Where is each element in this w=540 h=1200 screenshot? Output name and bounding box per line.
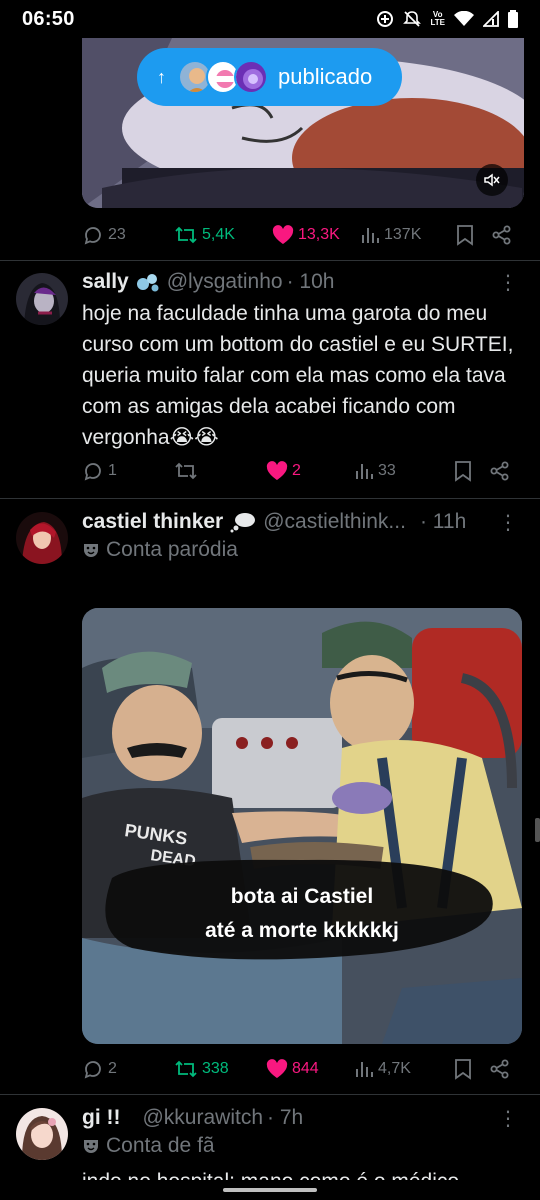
- divider: [0, 498, 540, 499]
- post3-actions: 2 338 844 4,7K: [82, 1054, 514, 1084]
- mute-button[interactable]: [476, 164, 508, 196]
- share-icon: [492, 225, 511, 245]
- display-name[interactable]: gi !!: [82, 1106, 120, 1130]
- repost-button[interactable]: [174, 460, 266, 482]
- scrollbar[interactable]: [535, 818, 540, 842]
- heart-filled-icon: [272, 225, 294, 244]
- avatar[interactable]: [16, 1108, 68, 1160]
- user-handle[interactable]: @castielthink...: [263, 510, 406, 534]
- post2-header: sally @lysgatinho · 10h: [82, 270, 522, 294]
- bookmark-button[interactable]: [454, 1058, 490, 1080]
- caption-line: até a morte kkkkkkj: [205, 919, 399, 942]
- like-button[interactable]: 844: [266, 1059, 354, 1079]
- divider: [0, 260, 540, 261]
- post3-image[interactable]: PUNKS DEAD bota ai Castiel até a morte k…: [82, 608, 522, 1044]
- repost-icon: [175, 226, 197, 244]
- views-icon: [356, 1062, 373, 1077]
- user-handle[interactable]: @lysgatinho: [167, 270, 283, 294]
- arrow-up-icon: ↑: [157, 66, 166, 87]
- reply-icon: [84, 1061, 101, 1079]
- reply-icon: [84, 227, 101, 245]
- theater-mask-icon: [84, 544, 98, 557]
- volte-icon: Vo LTE: [430, 10, 445, 27]
- avatar[interactable]: [16, 273, 68, 325]
- repost-button[interactable]: 5,4K: [174, 224, 272, 246]
- post-time: · 11h: [419, 510, 467, 533]
- display-name[interactable]: sally: [82, 270, 129, 294]
- pill-avatars: [178, 60, 268, 94]
- post-text: hoje na faculdade tinha uma garota do me…: [82, 302, 514, 449]
- image-caption: bota ai Castiel até a morte kkkkkkj: [82, 860, 522, 968]
- bookmark-icon: [457, 225, 473, 246]
- status-time: 06:50: [22, 7, 75, 30]
- post-time: · 7h: [267, 1106, 304, 1129]
- bookmark-button[interactable]: [456, 224, 492, 246]
- bookmark-icon: [455, 1059, 471, 1080]
- reply-icon: [84, 463, 101, 481]
- more-options-icon[interactable]: ⋮: [498, 273, 518, 293]
- notifications-off-icon: [403, 11, 422, 27]
- bookmark-button[interactable]: [454, 460, 490, 482]
- more-options-icon[interactable]: ⋮: [498, 513, 518, 533]
- heart-filled-icon: [266, 461, 288, 480]
- share-button[interactable]: [490, 461, 512, 481]
- caption-line: bota ai Castiel: [230, 885, 374, 908]
- status-bar: 06:50 Vo LTE: [0, 0, 540, 38]
- status-icons: Vo LTE: [376, 10, 518, 28]
- post2-actions: 1 2 33: [82, 456, 514, 486]
- post-time: · 10h: [286, 270, 335, 293]
- post4-header: gi !! @kkurawitch · 7h: [82, 1106, 522, 1130]
- tattoo-illustration: PUNKS DEAD: [82, 608, 522, 1044]
- reply-button[interactable]: 23: [82, 224, 174, 246]
- gesture-nav-handle[interactable]: [223, 1188, 317, 1192]
- share-button[interactable]: [490, 1059, 512, 1079]
- views-button[interactable]: 4,7K: [354, 1059, 454, 1079]
- reply-button[interactable]: 2: [82, 1058, 174, 1080]
- post-text: indo no hospital: mano como é o médico: [82, 1166, 522, 1180]
- like-button[interactable]: 13,3K: [272, 225, 360, 245]
- account-label: Conta de fã: [82, 1134, 215, 1158]
- pill-label: publicado: [278, 64, 373, 89]
- post3-header: castiel thinker @castielthink... · 11h: [82, 510, 522, 534]
- account-label: Conta paródia: [82, 538, 238, 562]
- views-button[interactable]: 137K: [360, 225, 456, 245]
- battery-icon: [508, 10, 518, 28]
- bubbles-emoji-icon: [136, 274, 159, 292]
- repost-icon: [175, 1060, 197, 1078]
- avatar[interactable]: [16, 512, 68, 564]
- views-button[interactable]: 33: [354, 461, 454, 481]
- views-icon: [356, 464, 373, 479]
- data-saver-icon: [377, 11, 394, 27]
- avatar: [234, 60, 268, 94]
- repost-icon: [175, 462, 197, 480]
- thought-balloon-icon: [230, 513, 256, 533]
- share-icon: [490, 461, 509, 481]
- new-posts-pill[interactable]: ↑ publicado: [137, 48, 402, 106]
- user-handle[interactable]: @kkurawitch: [142, 1106, 263, 1130]
- share-button[interactable]: [492, 225, 514, 245]
- post1-actions: 23 5,4K 13,3K 137K: [82, 220, 514, 250]
- volume-off-icon: [484, 173, 500, 187]
- like-button[interactable]: 2: [266, 461, 354, 481]
- bookmark-icon: [455, 461, 471, 482]
- wifi-icon: [454, 11, 474, 26]
- display-name[interactable]: castiel thinker: [82, 510, 223, 534]
- divider: [0, 1094, 540, 1095]
- repost-button[interactable]: 338: [174, 1058, 266, 1080]
- theater-mask-icon: [84, 1140, 98, 1153]
- views-icon: [362, 228, 379, 243]
- heart-filled-icon: [266, 1059, 288, 1078]
- share-icon: [490, 1059, 509, 1079]
- reply-button[interactable]: 1: [82, 460, 174, 482]
- more-options-icon[interactable]: ⋮: [498, 1109, 518, 1129]
- signal-icon: [483, 11, 499, 27]
